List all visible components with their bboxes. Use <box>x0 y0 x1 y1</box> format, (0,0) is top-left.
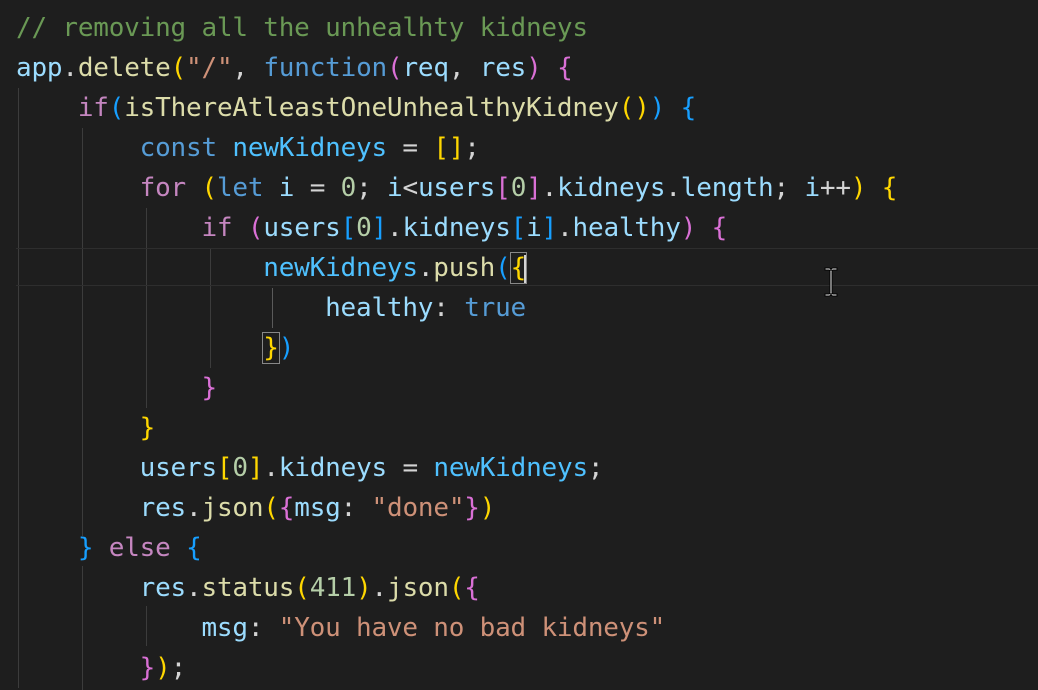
code-line-17[interactable]: }); <box>16 648 187 688</box>
code-line-15[interactable]: res.status(411).json({ <box>16 568 480 608</box>
comment-text: // removing all the unhealhty kidneys <box>16 13 588 43</box>
code-line-2[interactable]: app.delete("/", function(req, res) { <box>16 48 573 88</box>
code-line-3[interactable]: if(isThereAtleastOneUnhealthyKidney()) { <box>16 88 696 128</box>
code-line-7[interactable]: newKidneys.push({ <box>16 248 528 288</box>
code-editor[interactable]: // removing all the unhealhty kidneys ap… <box>0 0 1038 690</box>
code-line-16[interactable]: msg: "You have no bad kidneys" <box>16 608 665 648</box>
text-caret <box>524 254 527 283</box>
code-line-14[interactable]: } else { <box>16 528 202 568</box>
code-line-5[interactable]: for (let i = 0; i<users[0].kidneys.lengt… <box>16 168 898 208</box>
code-line-13[interactable]: res.json({msg: "done"}) <box>16 488 496 528</box>
code-line-9[interactable]: }) <box>16 328 294 368</box>
text-cursor-ibeam-icon <box>824 267 838 297</box>
code-line-6[interactable]: if (users[0].kidneys[i].healthy) { <box>16 208 727 248</box>
code-line-11[interactable]: } <box>16 408 156 448</box>
code-line-1[interactable]: // removing all the unhealhty kidneys <box>16 8 588 48</box>
code-line-8[interactable]: healthy: true <box>16 288 526 328</box>
code-line-10[interactable]: } <box>16 368 217 408</box>
code-line-4[interactable]: const newKidneys = []; <box>16 128 480 168</box>
code-line-12[interactable]: users[0].kidneys = newKidneys; <box>16 448 604 488</box>
